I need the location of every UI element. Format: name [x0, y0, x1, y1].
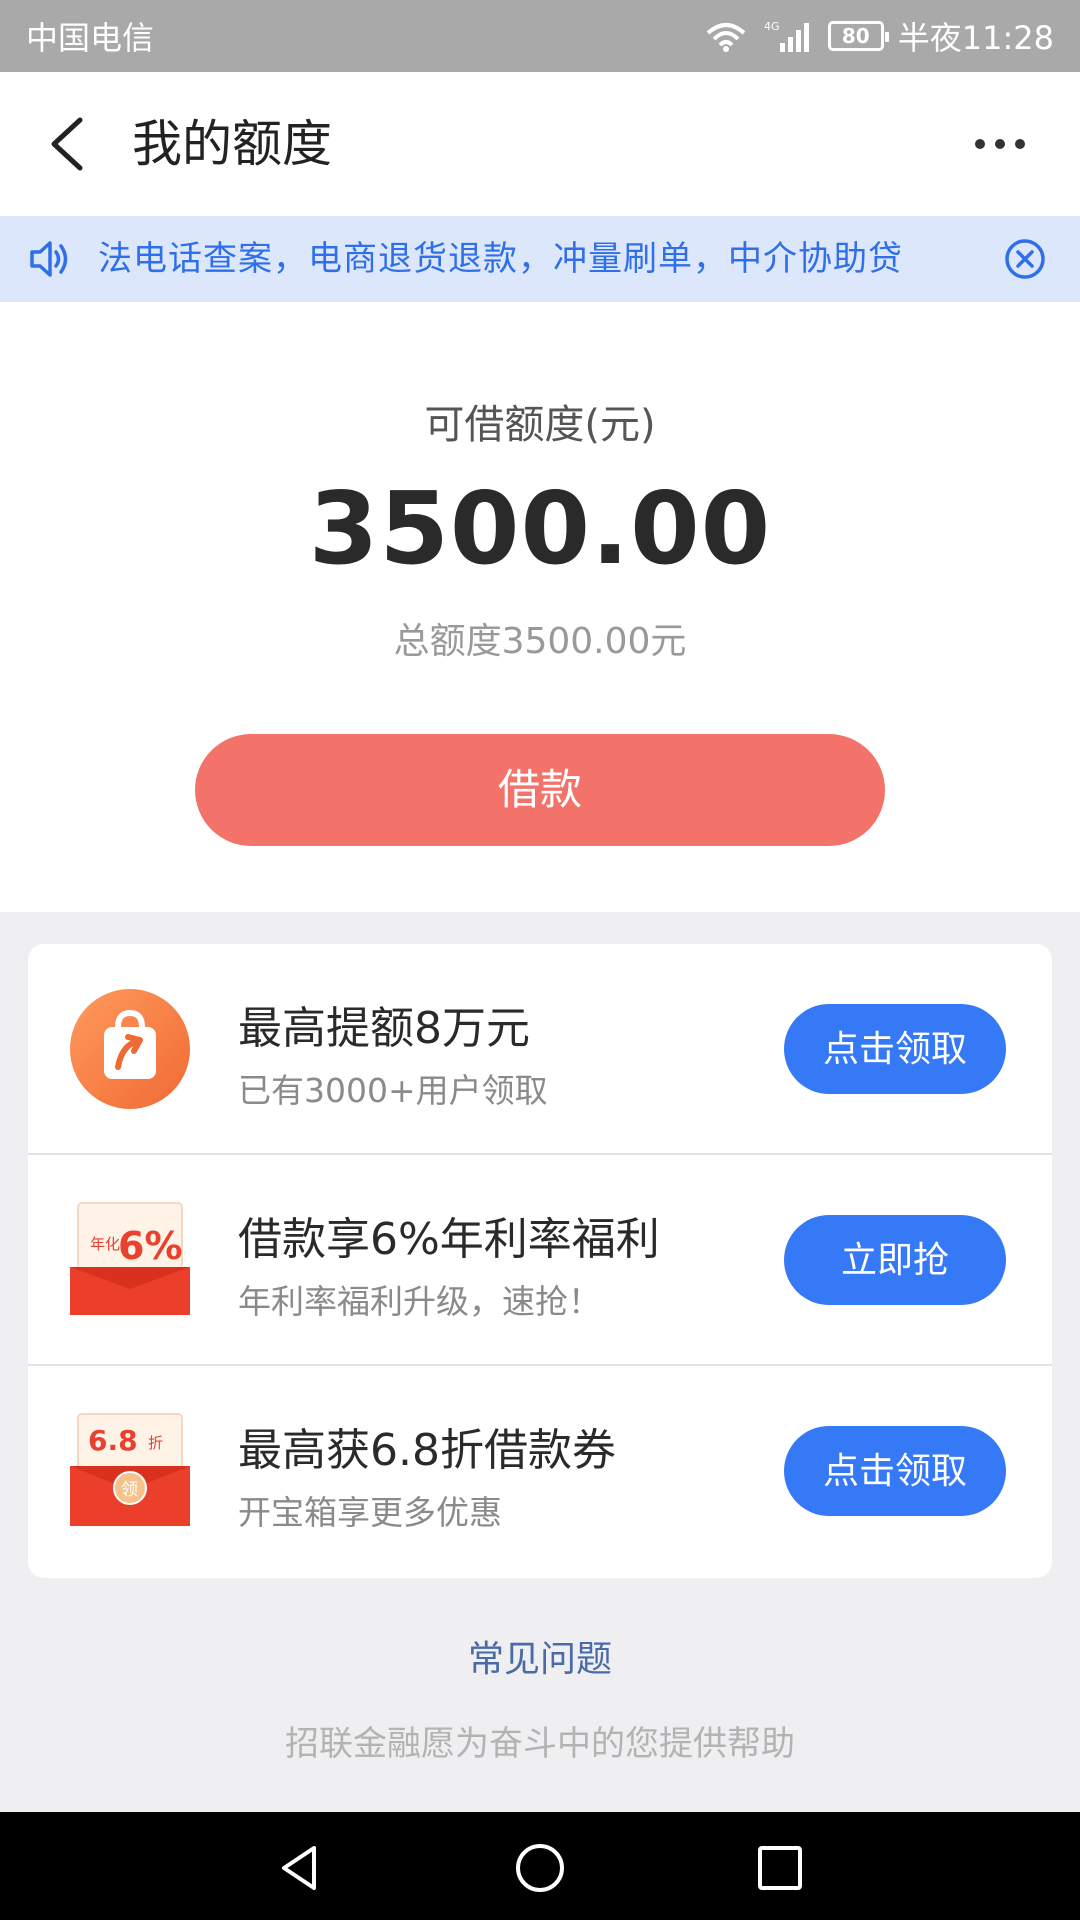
nav-recents-icon[interactable]	[754, 1842, 806, 1894]
nav-home-icon[interactable]	[514, 1842, 566, 1894]
available-credit-amount: 3500.00	[308, 470, 772, 587]
offer-title: 借款享6%年利率福利	[238, 1214, 660, 1265]
coupon-seal: 领	[121, 1480, 138, 1500]
credit-panel: 可借额度(元) 3500.00 总额度3500.00元 借款	[0, 302, 1080, 912]
status-bar: 中国电信 4G 80 半夜11:28	[0, 0, 1080, 72]
offer-row-interest-rate[interactable]: 年化 6% 借款享6%年利率福利 年利率福利升级，速抢！ 立即抢	[28, 1155, 1052, 1366]
coupon-discount: 6.8	[88, 1424, 138, 1457]
notice-text[interactable]: 法电话查案，电商退货退款，冲量刷单，中介协助贷	[98, 216, 976, 302]
battery-level: 80	[841, 24, 870, 48]
offer-subtitle: 已有3000+用户领取	[238, 1071, 548, 1110]
notice-banner: 法电话查案，电商退货退款，冲量刷单，中介协助贷	[0, 216, 1080, 302]
grab-now-button[interactable]: 立即抢	[784, 1215, 1006, 1305]
status-indicators: 4G 80 半夜11:28	[704, 13, 1054, 59]
battery-icon: 80	[827, 21, 889, 51]
offer-row-coupon[interactable]: 6.8 折 领 最高获6.8折借款券 开宝箱享更多优惠 点击领取	[28, 1366, 1052, 1577]
red-envelope-6pct-icon: 年化 6%	[70, 1202, 190, 1315]
more-dots-icon[interactable]	[970, 132, 1030, 156]
close-circle-icon[interactable]	[1004, 238, 1046, 280]
claim-button[interactable]: 点击领取	[784, 1004, 1006, 1094]
carrier-name: 中国电信	[26, 19, 155, 57]
red-envelope-coupon-icon: 6.8 折 领	[70, 1413, 190, 1526]
coupon-discount-unit: 折	[148, 1434, 163, 1452]
apr-label: 年化	[90, 1235, 120, 1253]
clock: 半夜11:28	[897, 19, 1054, 57]
slogan-text: 招联金融愿为奋斗中的您提供帮助	[285, 1724, 795, 1764]
claim-button[interactable]: 点击领取	[784, 1426, 1006, 1516]
orange-bag-arrow-icon	[70, 989, 190, 1109]
page-title: 我的额度	[132, 115, 332, 173]
speaker-icon	[30, 241, 68, 277]
back-arrow-icon[interactable]	[40, 114, 100, 174]
total-credit-text: 总额度3500.00元	[393, 621, 687, 662]
signal-icon: 4G	[764, 20, 809, 52]
faq-link[interactable]: 常见问题	[0, 1630, 1080, 1682]
offer-subtitle: 开宝箱享更多优惠	[238, 1493, 502, 1532]
offers-card: 最高提额8万元 已有3000+用户领取 点击领取 年化 6% 借款享6%年利率福…	[28, 944, 1052, 1578]
borrow-button[interactable]: 借款	[195, 734, 885, 846]
system-nav-bar	[0, 1812, 1080, 1920]
nav-back-icon[interactable]	[274, 1842, 326, 1894]
offer-row-credit-increase[interactable]: 最高提额8万元 已有3000+用户领取 点击领取	[28, 944, 1052, 1155]
apr-value: 6%	[118, 1224, 183, 1268]
app-screen: 中国电信 4G 80 半夜11:28 我的额度 法电话查案，电商退货退款，冲量刷…	[0, 0, 1080, 1920]
title-bar: 我的额度	[0, 72, 1080, 216]
offer-title: 最高提额8万元	[238, 1003, 530, 1054]
offer-subtitle: 年利率福利升级，速抢！	[238, 1282, 601, 1321]
offer-title: 最高获6.8折借款券	[238, 1425, 616, 1476]
network-type: 4G	[764, 20, 780, 33]
wifi-icon	[706, 23, 746, 52]
available-credit-label: 可借额度(元)	[424, 402, 656, 448]
